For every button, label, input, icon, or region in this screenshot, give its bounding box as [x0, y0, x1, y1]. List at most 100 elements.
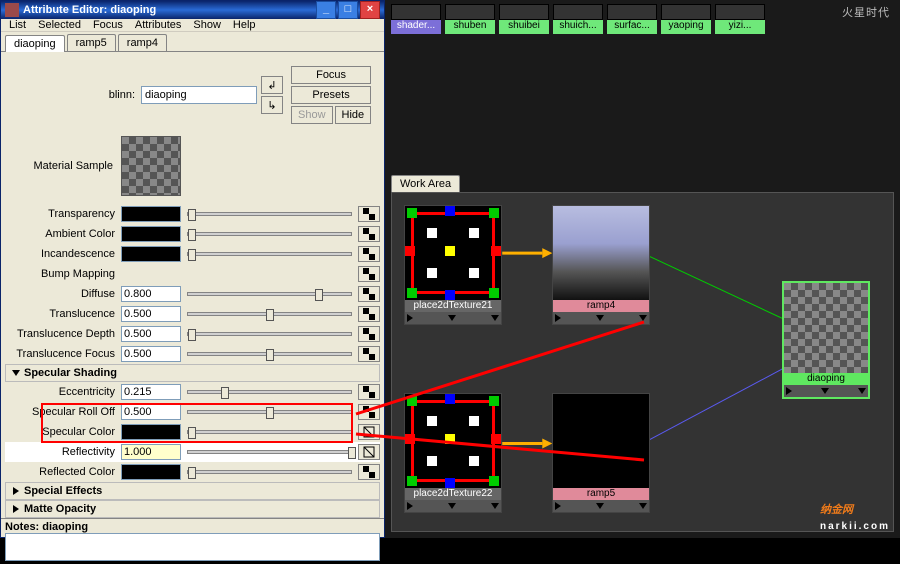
- notes-textarea[interactable]: [5, 533, 380, 561]
- tab-ramp4[interactable]: ramp4: [118, 34, 167, 51]
- reflectivity-field[interactable]: [121, 444, 181, 460]
- material-shelf: shader... shuben shuibei shuich... surfa…: [385, 0, 900, 34]
- menu-selected[interactable]: Selected: [34, 19, 85, 31]
- expand-icon[interactable]: [407, 314, 413, 322]
- menu-list[interactable]: List: [5, 19, 30, 31]
- presets-button[interactable]: Presets: [291, 86, 371, 104]
- ambient-swatch[interactable]: [121, 226, 181, 242]
- maximize-button[interactable]: □: [338, 1, 358, 19]
- expand-icon[interactable]: [407, 502, 413, 510]
- incandescence-swatch[interactable]: [121, 246, 181, 262]
- show-button[interactable]: Show: [291, 106, 333, 124]
- reflectivity-map-button[interactable]: [358, 444, 380, 460]
- diffuse-field[interactable]: [121, 286, 181, 302]
- lbl-diffuse: Diffuse: [5, 288, 121, 300]
- incandescence-slider[interactable]: [187, 252, 352, 256]
- chevron-down-icon[interactable]: [596, 503, 604, 509]
- menu-attributes[interactable]: Attributes: [131, 19, 185, 31]
- specular-color-swatch[interactable]: [121, 424, 181, 440]
- specular-roll-off-map-button[interactable]: [358, 404, 380, 420]
- shelf-item[interactable]: yizi...: [715, 4, 765, 34]
- specular-color-slider[interactable]: [187, 430, 352, 434]
- section-special-effects[interactable]: Special Effects: [5, 482, 380, 500]
- shelf-item[interactable]: surfac...: [607, 4, 657, 34]
- chevron-down-icon[interactable]: [448, 315, 456, 321]
- node-ramp5[interactable]: ramp5: [552, 393, 650, 513]
- shelf-item[interactable]: yaoping: [661, 4, 711, 34]
- ambient-slider[interactable]: [187, 232, 352, 236]
- translucence-focus-field[interactable]: [121, 346, 181, 362]
- shelf-item[interactable]: shader...: [391, 4, 441, 34]
- menu-help[interactable]: Help: [229, 19, 260, 31]
- reflected-color-map-button[interactable]: [358, 464, 380, 480]
- chevron-down-icon[interactable]: [448, 503, 456, 509]
- lbl-reflectivity: Reflectivity: [5, 446, 121, 458]
- node-place2dtexture21[interactable]: place2dTexture21: [404, 205, 502, 325]
- reflectivity-slider[interactable]: [187, 450, 352, 454]
- focus-button[interactable]: Focus: [291, 66, 371, 84]
- chevron-down-icon[interactable]: [821, 388, 829, 394]
- diffuse-map-button[interactable]: [358, 286, 380, 302]
- work-area[interactable]: place2dTexture21 ramp4 place2dTexture22 …: [391, 192, 894, 532]
- eccentricity-field[interactable]: [121, 384, 181, 400]
- node-name-field[interactable]: [141, 86, 257, 104]
- specular-roll-off-slider[interactable]: [187, 410, 352, 414]
- section-matte-opacity[interactable]: Matte Opacity: [5, 500, 380, 518]
- specular-roll-off-field[interactable]: [121, 404, 181, 420]
- chevron-down-icon[interactable]: [491, 315, 499, 321]
- eccentricity-map-button[interactable]: [358, 384, 380, 400]
- go-out-button[interactable]: ↳: [261, 96, 283, 114]
- shelf-item[interactable]: shuben: [445, 4, 495, 34]
- lbl-specular-roll-off: Specular Roll Off: [5, 406, 121, 418]
- shelf-item[interactable]: shuibei: [499, 4, 549, 34]
- lbl-specular-color: Specular Color: [5, 426, 121, 438]
- lbl-translucence-focus: Translucence Focus: [5, 348, 121, 360]
- translucence-depth-slider[interactable]: [187, 332, 352, 336]
- shelf-item[interactable]: shuich...: [553, 4, 603, 34]
- chevron-down-icon[interactable]: [596, 315, 604, 321]
- transparency-swatch[interactable]: [121, 206, 181, 222]
- transparency-slider[interactable]: [187, 212, 352, 216]
- go-in-button[interactable]: ↲: [261, 76, 283, 94]
- node-place2dtexture22[interactable]: place2dTexture22: [404, 393, 502, 513]
- node-diaoping[interactable]: diaoping: [782, 281, 870, 399]
- translucence-depth-field[interactable]: [121, 326, 181, 342]
- bump-map-button[interactable]: [358, 266, 380, 282]
- material-sample-swatch[interactable]: [121, 136, 181, 196]
- transparency-map-button[interactable]: [358, 206, 380, 222]
- lbl-translucence: Translucence: [5, 308, 121, 320]
- translucence-map-button[interactable]: [358, 306, 380, 322]
- lbl-eccentricity: Eccentricity: [5, 386, 121, 398]
- chevron-down-icon[interactable]: [639, 315, 647, 321]
- tab-diaoping[interactable]: diaoping: [5, 35, 65, 52]
- node-ramp4[interactable]: ramp4: [552, 205, 650, 325]
- translucence-field[interactable]: [121, 306, 181, 322]
- translucence-focus-map-button[interactable]: [358, 346, 380, 362]
- expand-icon[interactable]: [555, 502, 561, 510]
- tab-ramp5[interactable]: ramp5: [67, 34, 116, 51]
- expand-icon[interactable]: [555, 314, 561, 322]
- titlebar[interactable]: Attribute Editor: diaoping _ □ ×: [1, 1, 384, 19]
- chevron-down-icon[interactable]: [639, 503, 647, 509]
- translucence-focus-slider[interactable]: [187, 352, 352, 356]
- translucence-slider[interactable]: [187, 312, 352, 316]
- notes-section: Notes: diaoping: [1, 518, 384, 564]
- work-area-tab[interactable]: Work Area: [391, 175, 460, 192]
- menu-show[interactable]: Show: [189, 19, 225, 31]
- close-button[interactable]: ×: [360, 1, 380, 19]
- eccentricity-slider[interactable]: [187, 390, 352, 394]
- ambient-map-button[interactable]: [358, 226, 380, 242]
- minimize-button[interactable]: _: [316, 1, 336, 19]
- expand-icon[interactable]: [786, 387, 792, 395]
- diffuse-slider[interactable]: [187, 292, 352, 296]
- incandescence-map-button[interactable]: [358, 246, 380, 262]
- specular-color-map-button[interactable]: [358, 424, 380, 440]
- hide-button[interactable]: Hide: [335, 106, 372, 124]
- translucence-depth-map-button[interactable]: [358, 326, 380, 342]
- chevron-down-icon[interactable]: [858, 388, 866, 394]
- menu-focus[interactable]: Focus: [89, 19, 127, 31]
- chevron-down-icon[interactable]: [491, 503, 499, 509]
- reflected-color-swatch[interactable]: [121, 464, 181, 480]
- section-specular-shading[interactable]: Specular Shading: [5, 364, 380, 382]
- reflected-color-slider[interactable]: [187, 470, 352, 474]
